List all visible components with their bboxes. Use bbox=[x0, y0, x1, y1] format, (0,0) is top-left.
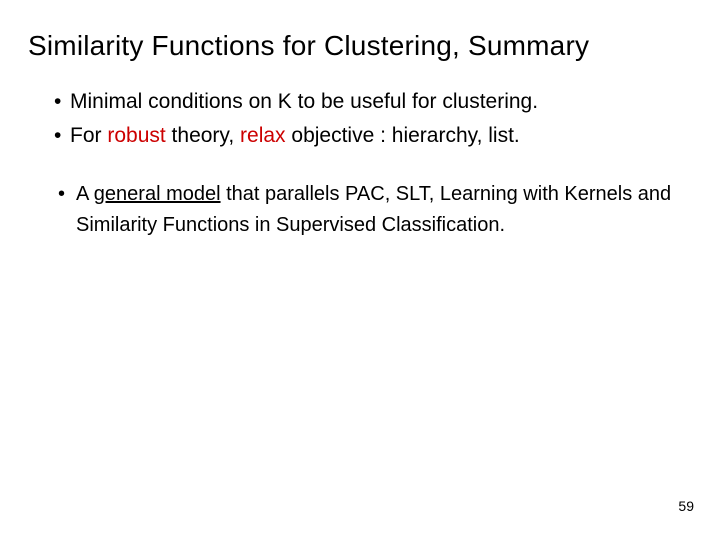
list-item: A general model that parallels PAC, SLT,… bbox=[58, 179, 692, 241]
bullet-text-pre: A bbox=[76, 183, 94, 205]
bullet-text-mid: objective : hierarchy, list. bbox=[286, 124, 520, 147]
bullet-list-1: Minimal conditions on K to be useful for… bbox=[28, 88, 692, 151]
bullet-text: Minimal conditions on K to be useful for… bbox=[70, 90, 538, 113]
list-item: For robust theory, relax objective : hie… bbox=[54, 122, 692, 150]
slide: Similarity Functions for Clustering, Sum… bbox=[0, 0, 720, 540]
slide-title: Similarity Functions for Clustering, Sum… bbox=[28, 30, 692, 62]
bullet-text-pre: For bbox=[70, 124, 107, 147]
bullet-text-red: robust bbox=[107, 124, 165, 147]
bullet-text-mid: theory, bbox=[166, 124, 240, 147]
bullet-text-underline: general model bbox=[94, 183, 221, 205]
bullet-list-2: A general model that parallels PAC, SLT,… bbox=[28, 179, 692, 241]
list-item: Minimal conditions on K to be useful for… bbox=[54, 88, 692, 116]
bullet-text-red: relax bbox=[240, 124, 286, 147]
page-number: 59 bbox=[678, 498, 694, 514]
